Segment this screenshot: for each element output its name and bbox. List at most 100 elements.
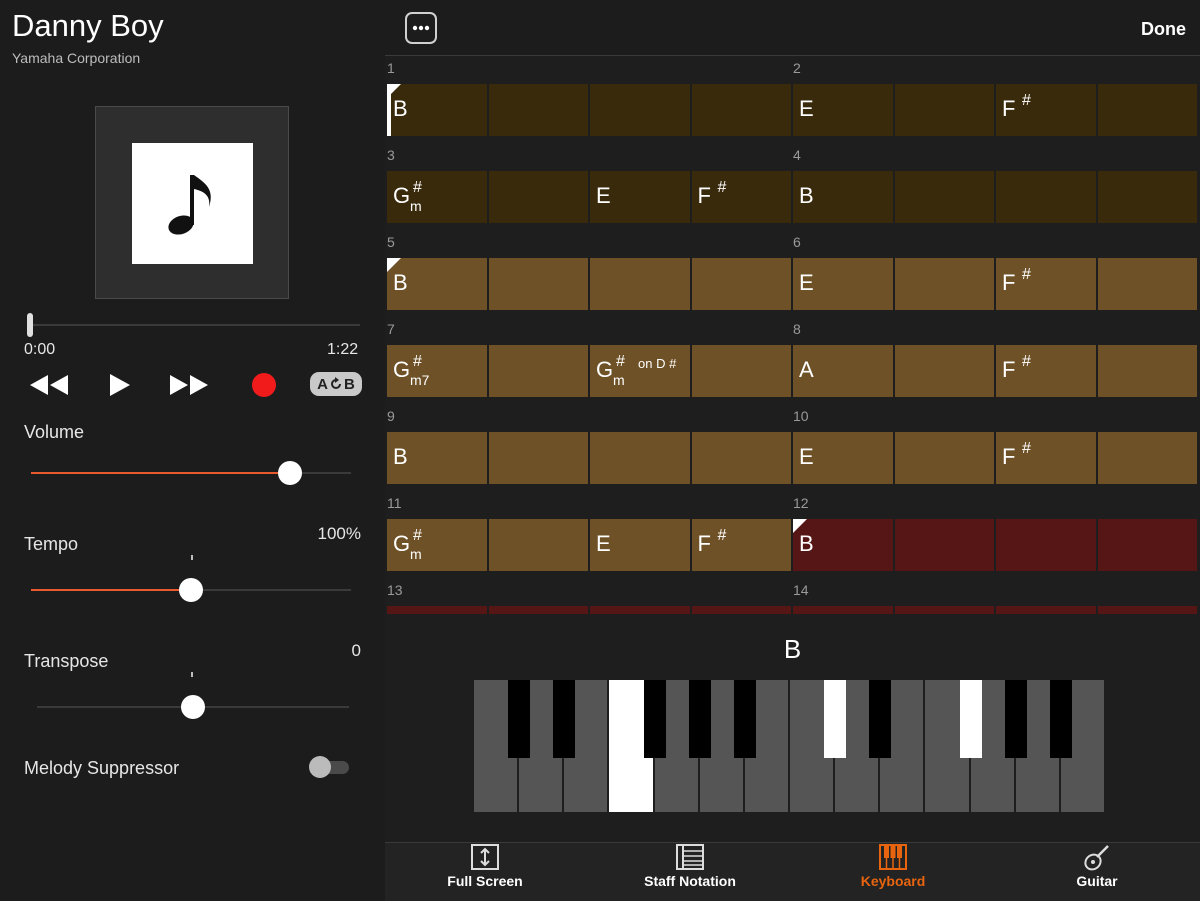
tab-guitar[interactable]: Guitar (997, 843, 1197, 901)
done-button[interactable]: Done (1141, 19, 1186, 40)
chord-cell[interactable] (1097, 345, 1197, 397)
tab-staff-notation[interactable]: Staff Notation (590, 843, 790, 901)
volume-slider[interactable] (31, 472, 351, 474)
chord-cell[interactable]: A (793, 345, 893, 397)
ab-label-a: A (317, 375, 328, 393)
chord-cell[interactable] (691, 258, 791, 310)
chord-cell[interactable] (1097, 432, 1197, 484)
seek-handle[interactable] (27, 313, 33, 337)
chord-symbol: E (799, 96, 814, 121)
chord-cell[interactable] (1097, 606, 1197, 614)
chord-symbol: E (596, 531, 611, 556)
tab-keyboard[interactable]: Keyboard (793, 843, 993, 901)
chord-cell[interactable] (894, 345, 994, 397)
chord-cell[interactable]: F # (996, 84, 1096, 136)
chord-cell[interactable] (488, 84, 588, 136)
time-total: 1:22 (327, 341, 359, 358)
chord-cell[interactable] (590, 84, 690, 136)
chord-cell[interactable]: G # m (387, 519, 487, 571)
chord-cell[interactable] (488, 432, 588, 484)
ab-repeat-button[interactable]: A B (310, 372, 362, 396)
chord-cell[interactable]: G # m on D # (590, 345, 690, 397)
chord-cell[interactable] (1097, 171, 1197, 223)
chord-cell[interactable] (793, 606, 893, 614)
chord-cell[interactable]: E (590, 171, 690, 223)
chord-symbol: E (596, 183, 611, 208)
chord-cell[interactable]: B (387, 84, 487, 136)
chord-cell[interactable] (488, 258, 588, 310)
volume-slider-handle[interactable] (278, 461, 303, 485)
chord-cell[interactable] (996, 519, 1096, 571)
chord-cell[interactable] (691, 345, 791, 397)
chord-cell[interactable]: E (793, 432, 893, 484)
chord-cell[interactable]: E (590, 519, 690, 571)
tab-full-screen[interactable]: Full Screen (385, 843, 585, 901)
fast-forward-button[interactable] (166, 372, 214, 398)
chord-cell[interactable] (488, 345, 588, 397)
chord-cell[interactable] (894, 84, 994, 136)
staff-notation-icon (676, 844, 704, 870)
chord-cell[interactable] (590, 258, 690, 310)
chord-cell[interactable]: F # (691, 171, 791, 223)
chord-cell[interactable] (488, 606, 588, 614)
chord-cell[interactable] (1097, 519, 1197, 571)
bar-number: 6 (793, 234, 801, 250)
seek-bar[interactable] (30, 324, 360, 326)
chord-cell[interactable]: F # (996, 345, 1096, 397)
chord-symbol: F # (1002, 92, 1031, 121)
record-button[interactable] (251, 372, 277, 398)
chord-cell[interactable] (488, 519, 588, 571)
chord-symbol: E (799, 444, 814, 469)
chord-cell[interactable] (894, 606, 994, 614)
chord-cell[interactable]: B (793, 519, 893, 571)
chord-cell[interactable] (1097, 84, 1197, 136)
transpose-slider-handle[interactable] (181, 695, 205, 719)
chord-cell[interactable]: G # m (387, 171, 487, 223)
chord-cell[interactable]: B (387, 258, 487, 310)
rewind-icon (30, 375, 68, 395)
chord-symbol: A (799, 357, 814, 382)
chord-cell[interactable] (691, 606, 791, 614)
chord-cell[interactable] (590, 432, 690, 484)
play-button[interactable] (104, 372, 134, 398)
guitar-icon (1084, 845, 1109, 871)
melody-suppressor-toggle[interactable] (309, 756, 349, 778)
chord-cell[interactable] (387, 606, 487, 614)
keyboard-icon (879, 844, 907, 870)
bar-number: 13 (387, 582, 403, 598)
chord-cell[interactable]: E (793, 258, 893, 310)
chord-symbol: F # (1002, 266, 1031, 295)
transpose-label: Transpose (24, 651, 109, 671)
chord-cell[interactable] (996, 171, 1096, 223)
rewind-button[interactable] (24, 372, 72, 398)
chord-cell[interactable]: B (793, 171, 893, 223)
more-menu-button[interactable] (405, 12, 437, 44)
chord-symbol: B (393, 270, 408, 295)
chord-cell[interactable] (894, 432, 994, 484)
bar-number: 3 (387, 147, 395, 163)
chord-cell[interactable] (894, 519, 994, 571)
chord-grid: 1 B 2 E F # 3 G # m E F # 4 B 5 B 6 E F # 7 G # m7 G # m on D # 8 A F # 9… (385, 56, 1200, 614)
chord-cell[interactable]: F # (691, 519, 791, 571)
black-key (733, 680, 756, 758)
chord-symbol: F # (1002, 440, 1031, 469)
bar-number: 4 (793, 147, 801, 163)
chord-cell[interactable] (894, 258, 994, 310)
tempo-slider-handle[interactable] (179, 578, 203, 602)
chord-cell[interactable] (691, 432, 791, 484)
chord-cell[interactable] (1097, 258, 1197, 310)
chord-cell[interactable]: G # m7 (387, 345, 487, 397)
chord-cell[interactable]: E (793, 84, 893, 136)
chord-cell[interactable] (488, 171, 588, 223)
chord-cell[interactable]: B (387, 432, 487, 484)
time-current: 0:00 (24, 341, 56, 358)
chord-cell[interactable] (894, 171, 994, 223)
chord-cell[interactable] (590, 606, 690, 614)
tab-bar: Full Screen Staff Notation Keyboard Guit… (385, 842, 1200, 901)
chord-cell[interactable]: F # (996, 432, 1096, 484)
chord-symbol: G # m (393, 179, 422, 214)
chord-cell[interactable] (691, 84, 791, 136)
chord-cell[interactable]: F # (996, 258, 1096, 310)
chord-cell[interactable] (996, 606, 1096, 614)
chord-symbol: G # m7 (393, 353, 430, 388)
